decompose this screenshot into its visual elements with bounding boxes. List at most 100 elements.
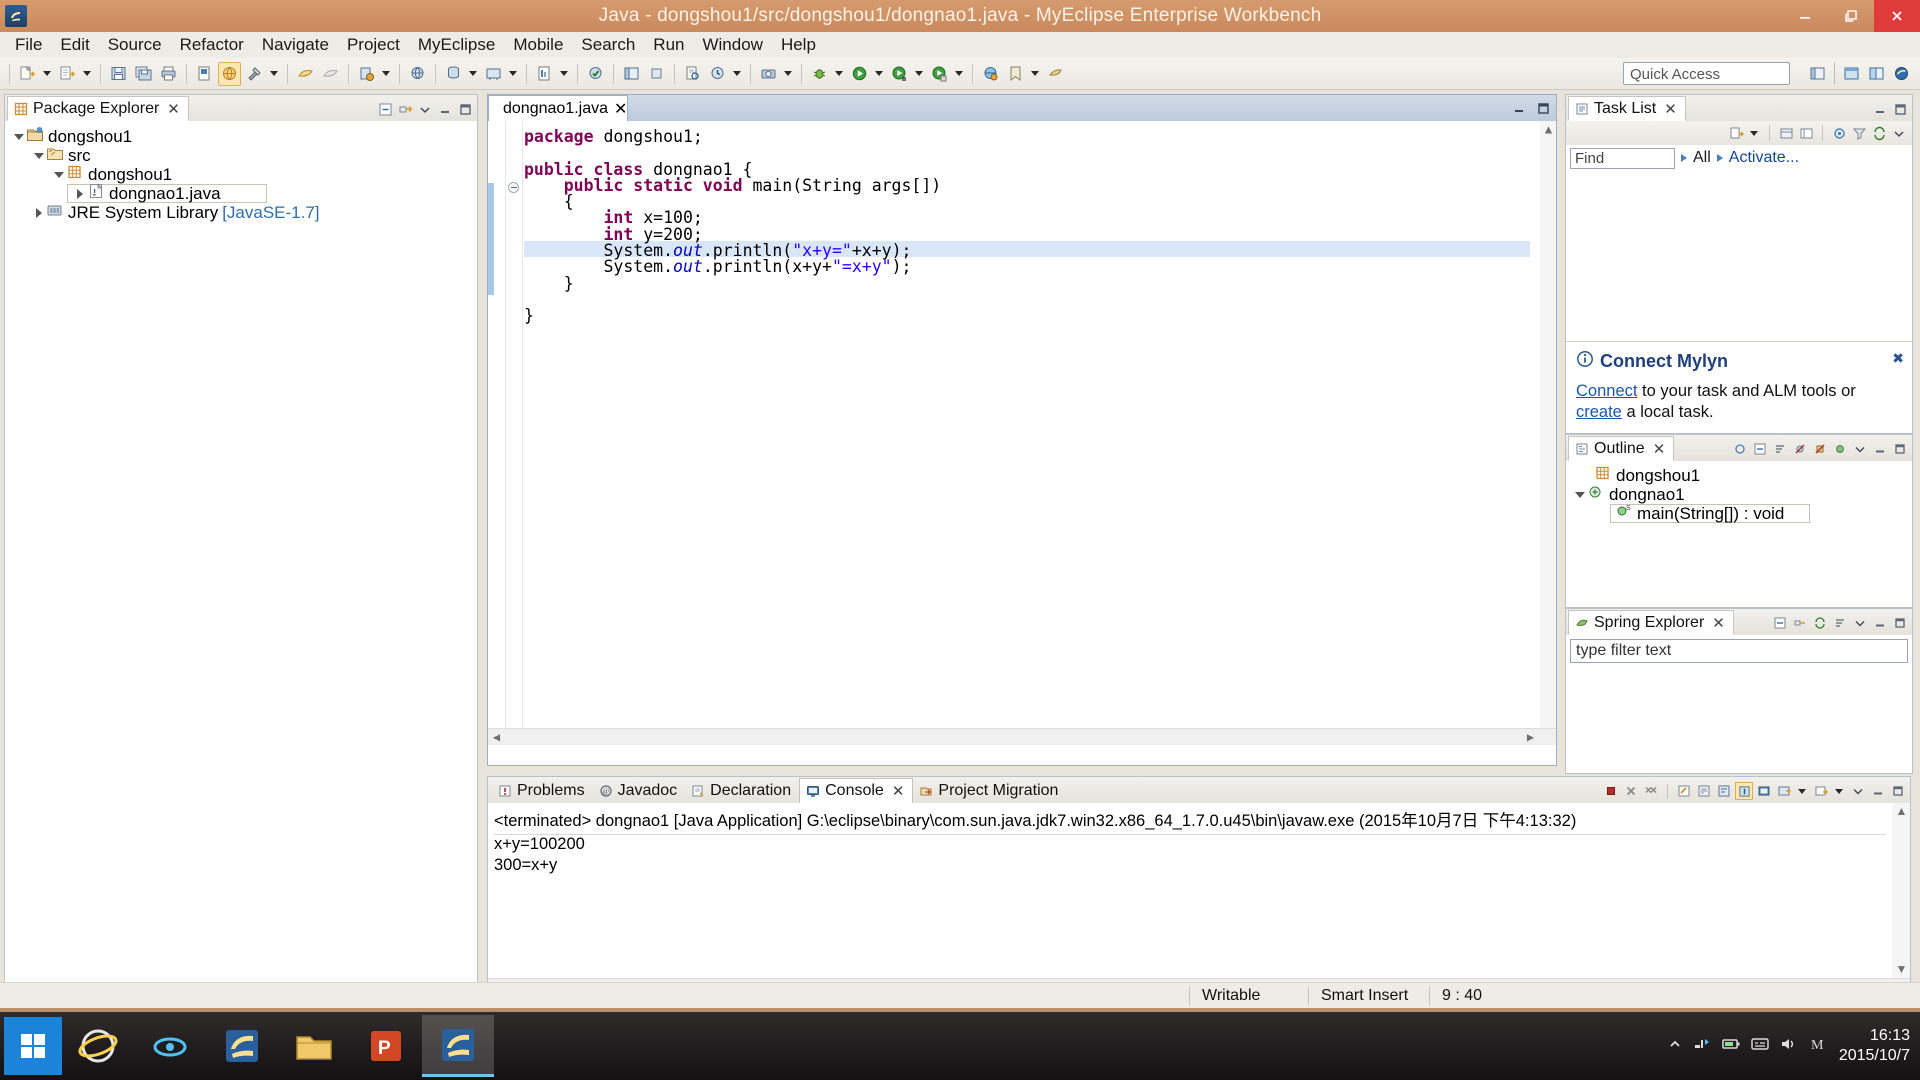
battery-icon[interactable] [1721,1036,1741,1056]
run-history-icon[interactable] [706,62,729,86]
categorize-icon[interactable] [1777,124,1795,142]
new-console-view-icon[interactable] [1812,782,1830,800]
minimize-button[interactable] [1782,0,1828,32]
code-line[interactable]: public static void main(String args[]) [524,176,1530,195]
menu-run[interactable]: Run [644,32,693,58]
menu-file[interactable]: File [6,32,51,58]
scroll-lock-icon[interactable] [1695,782,1713,800]
find-input[interactable]: Find [1570,147,1675,169]
print-icon[interactable] [157,62,180,86]
run-history-dropdown[interactable] [730,62,743,86]
link-editor-icon[interactable] [396,100,414,118]
bookmark-dropdown[interactable] [1028,62,1041,86]
tab-project-migration[interactable]: Project Migration [913,778,1066,803]
tree-node-dongshou1-project[interactable]: dongshou1 [5,127,477,146]
menu-project[interactable]: Project [338,32,409,58]
new-project-icon[interactable] [56,62,79,86]
tab-javadoc[interactable]: @ Javadoc [593,778,686,803]
tab-console[interactable]: Console ✕ [799,778,914,803]
menu-navigate[interactable]: Navigate [253,32,338,58]
tab-declaration[interactable]: Declaration [685,778,799,803]
view-menu-icon[interactable] [1890,124,1908,142]
taskbar-eclipse-launcher[interactable] [206,1015,278,1077]
tree-node-dongshou1-package[interactable]: dongshou1 [5,165,477,184]
browser-icon[interactable] [218,61,241,86]
taskbar-internet-explorer[interactable] [62,1015,134,1077]
server-icon[interactable] [355,62,378,86]
run-dropdown[interactable] [872,62,885,86]
focus-icon[interactable] [1731,440,1749,458]
save-all-icon[interactable] [132,62,155,86]
tab-outline[interactable]: Outline ✕ [1568,436,1675,461]
terminate-icon[interactable] [1602,782,1620,800]
close-icon[interactable]: ✕ [614,99,627,119]
security-icon[interactable]: M [1809,1035,1829,1057]
minimize-icon[interactable] [1869,782,1887,800]
code-line[interactable]: public class dongnao1 { [524,160,1530,179]
tab-problems[interactable]: Problems [492,778,593,803]
perspective-java-button[interactable] [1865,61,1888,85]
code-line[interactable] [524,290,1530,306]
maximize-icon[interactable] [1891,100,1909,118]
taskbar-myeclipse-running[interactable] [422,1015,494,1077]
view-menu-icon[interactable] [416,100,434,118]
create-link[interactable]: create [1576,403,1622,421]
new-task-dropdown[interactable] [1747,124,1760,142]
perspective-icon[interactable] [620,62,643,86]
database-icon[interactable] [442,62,465,86]
external-tools-icon[interactable] [645,62,668,86]
debug-dropdown[interactable] [832,62,845,86]
minimize-icon[interactable] [1871,614,1889,632]
close-icon[interactable]: ✖ [1892,350,1904,367]
snapshot-icon[interactable] [757,62,780,86]
context-icon[interactable] [1044,62,1067,86]
outline-item-package[interactable]: dongshou1 [1566,466,1912,485]
menu-help[interactable]: Help [772,32,825,58]
open-console-icon[interactable] [1775,782,1793,800]
view-menu-icon[interactable] [1851,440,1869,458]
twisty-open-icon[interactable] [1572,491,1587,498]
menu-source[interactable]: Source [99,32,171,58]
word-wrap-icon[interactable] [1715,782,1733,800]
refresh-icon[interactable] [1811,614,1829,632]
input-method-icon[interactable] [1751,1036,1769,1056]
menu-refactor[interactable]: Refactor [171,32,253,58]
server-dropdown[interactable] [379,62,392,86]
report-dropdown[interactable] [557,62,570,86]
focus-icon[interactable] [1830,124,1848,142]
run-config-icon[interactable] [888,62,911,86]
link-icon[interactable] [1791,614,1809,632]
code-line[interactable]: } [524,306,1530,325]
console-view-dropdown[interactable] [1795,783,1808,799]
maximize-icon[interactable] [1891,440,1909,458]
build-dropdown[interactable] [267,62,280,86]
remove-launch-icon[interactable] [1622,782,1640,800]
console-output-area[interactable]: <terminated> dongnao1 [Java Application]… [488,803,1910,995]
taskbar-file-explorer[interactable] [278,1015,350,1077]
tab-spring-explorer[interactable]: Spring Explorer ✕ [1568,610,1734,635]
run-icon[interactable] [848,62,871,86]
editor-fold-column[interactable] [506,121,522,745]
tab-package-explorer[interactable]: Package Explorer ✕ [7,96,189,121]
outline-item-method[interactable]: S main(String[]) : void [1610,504,1810,523]
debug-icon[interactable] [808,62,831,86]
collapse-all-icon[interactable] [1771,614,1789,632]
editor-vertical-scrollbar[interactable]: ▲ ▼ [1540,121,1556,745]
new-project-dropdown[interactable] [80,62,93,86]
undeploy-icon[interactable] [319,62,342,86]
twisty-closed-icon[interactable] [72,188,87,199]
code-line[interactable]: int y=200; [524,225,1530,244]
twisty-closed-icon[interactable] [31,207,46,218]
taskbar-clock[interactable]: 16:13 2015/10/7 [1839,1026,1910,1066]
scroll-left-icon[interactable]: ◀ [488,729,505,745]
bookmark-icon[interactable] [1004,62,1027,86]
code-line[interactable]: package dongshou1; [524,127,1530,146]
task-icon[interactable] [979,62,1002,86]
menu-search[interactable]: Search [572,32,644,58]
run-config-dropdown[interactable] [912,62,925,86]
view-menu-icon[interactable] [1849,782,1867,800]
perspective-myeclipse-button[interactable] [1890,61,1913,85]
tree-node-dongnao1-java[interactable]: dongnao1.java [67,183,267,203]
deploy-icon[interactable] [294,62,317,86]
outline-item-class[interactable]: dongnao1 [1566,485,1912,504]
